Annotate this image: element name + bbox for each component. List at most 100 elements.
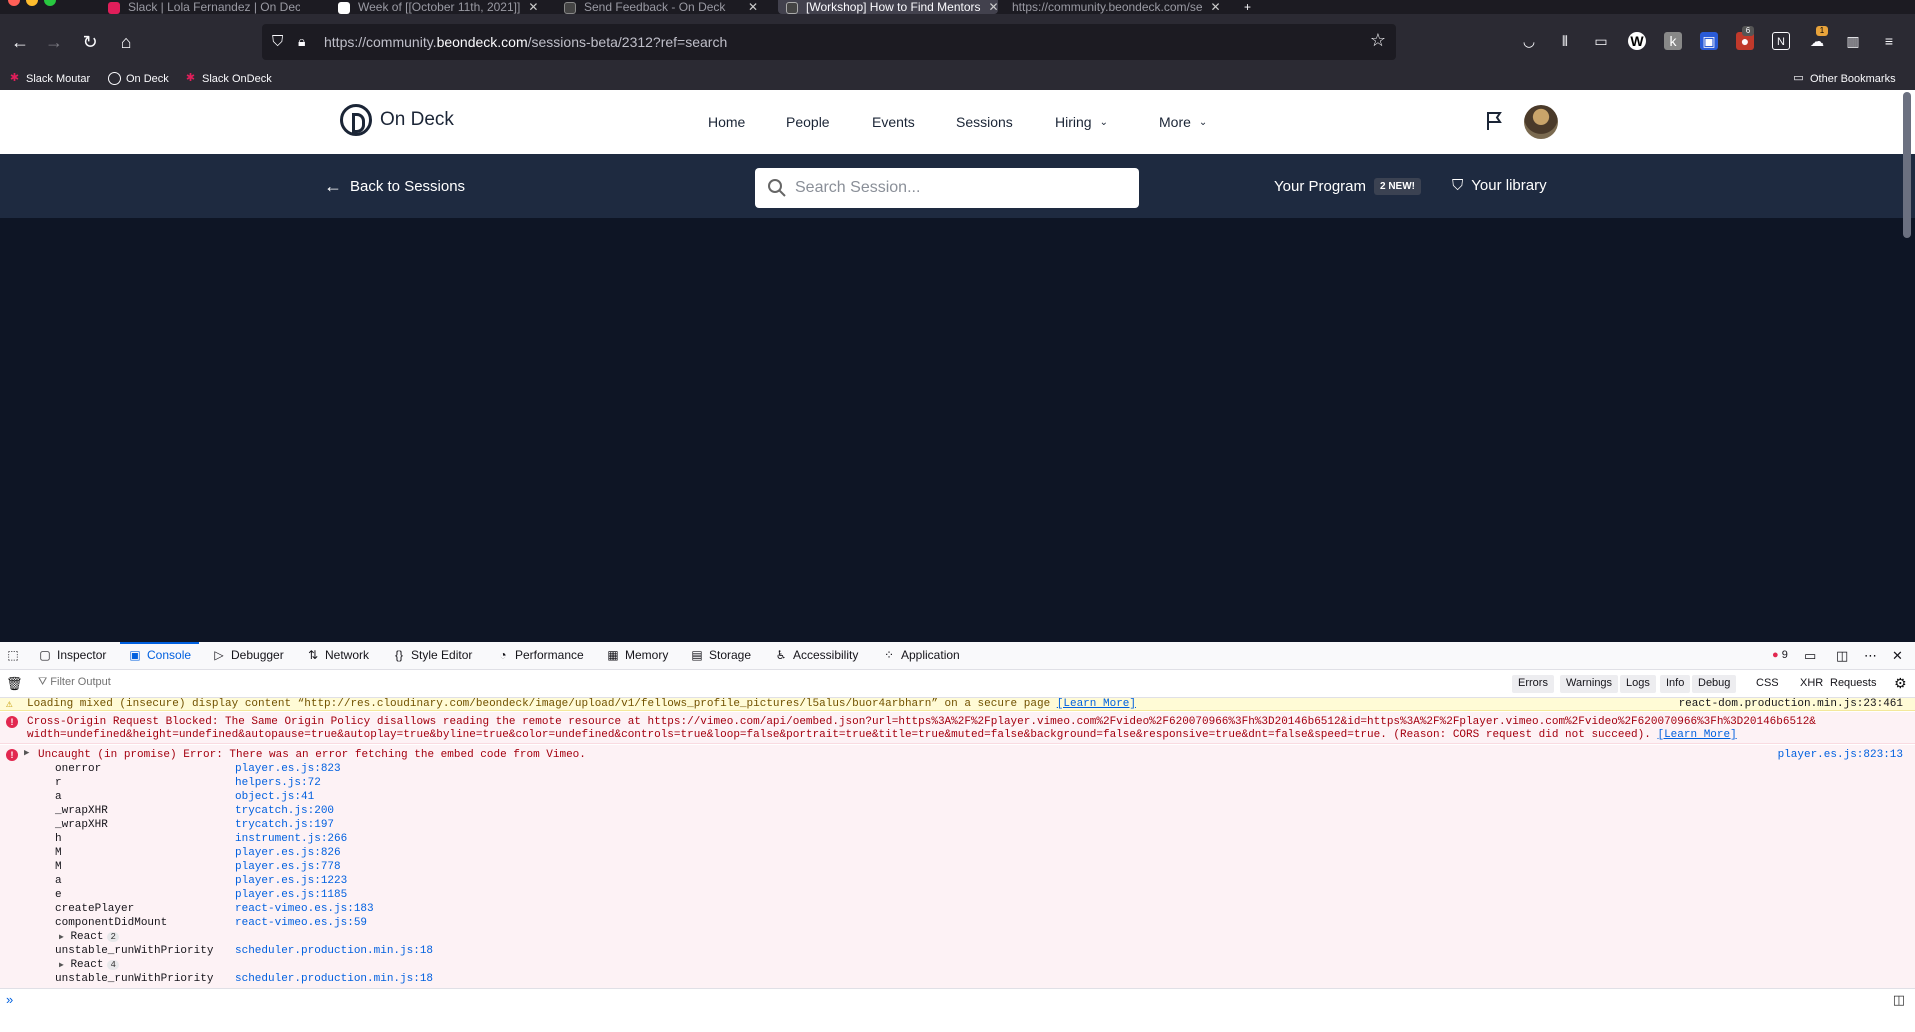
filter-output-input[interactable]: ⛛ Filter Output [38,676,111,689]
console-icon: ▣ [129,648,141,662]
close-devtools-icon[interactable]: ✕ [1892,648,1903,664]
browser-tab-week[interactable]: Week of [[October 11th, 2021]] ✕ [330,0,540,14]
error-count[interactable]: ● 9 [1772,649,1788,661]
pocket-icon[interactable]: ◡ [1520,32,1538,50]
library-icon[interactable]: ⫴ [1556,32,1574,50]
element-picker-icon[interactable]: ⬚ [6,648,25,662]
tab-network[interactable]: ⇅ Network [306,648,369,662]
warning-source-link[interactable]: react-dom.production.min.js:23:461 [1679,698,1903,710]
stack-loc[interactable]: trycatch.js:200 [235,805,334,817]
nav-events[interactable]: Events [872,114,915,130]
filter-logs[interactable]: Logs [1620,675,1656,693]
tab-performance[interactable]: ◔ Performance [496,648,583,662]
extension-grid-icon[interactable]: ▥ [1844,32,1862,50]
url-text[interactable]: https://community.beondeck.com/sessions-… [324,34,727,50]
tab-label: Style Editor [411,648,473,662]
home-icon[interactable]: ⌂ [114,30,138,54]
flag-icon[interactable] [1484,110,1506,132]
filter-warnings[interactable]: Warnings [1560,675,1619,693]
maximize-window-button[interactable] [44,0,56,6]
close-tab-icon[interactable]: ✕ [1203,0,1221,14]
shield-icon[interactable]: ⛉ [272,33,288,51]
extension-shield-icon[interactable]: ▣ [1700,32,1718,50]
notion-extension-icon[interactable]: N [1772,32,1790,50]
search-input[interactable] [795,176,1125,200]
other-bookmarks[interactable]: ▭ Other Bookmarks [1792,72,1895,85]
uncaught-source-link[interactable]: player.es.js:823:13 [1778,749,1903,761]
ondeck-logo[interactable]: On Deck [340,104,454,136]
learn-more-link[interactable]: [Learn More] [1657,729,1736,741]
avatar[interactable] [1524,105,1558,139]
learn-more-link[interactable]: [Learn More] [1057,698,1136,710]
filter-requests[interactable]: Requests [1824,675,1882,693]
stack-loc[interactable]: player.es.js:826 [235,847,341,859]
close-window-button[interactable] [8,0,20,6]
stack-loc[interactable]: scheduler.production.min.js:18 [235,945,433,957]
url-bar[interactable]: ⛉ 🔒︎ https://community.beondeck.com/sess… [262,24,1396,60]
tab-memory[interactable]: ▦ Memory [606,648,668,662]
stack-loc[interactable]: react-vimeo.es.js:183 [235,903,374,915]
dock-icon[interactable]: ◫ [1836,648,1848,664]
browser-tab-slack[interactable]: Slack | Lola Fernandez | On Deck ✕ [100,0,300,14]
filter-debug[interactable]: Debug [1692,675,1737,693]
browser-tab-community[interactable]: https://community.beondeck.com/se ✕ [1004,0,1224,14]
forward-arrow-icon[interactable]: → [42,30,66,54]
split-console-icon[interactable]: ▭ [1804,648,1816,664]
stack-loc[interactable]: trycatch.js:197 [235,819,334,831]
nav-more[interactable]: More ⌄ [1159,114,1207,130]
console-input[interactable]: » ◫ [0,988,1915,1010]
close-tab-icon[interactable]: ✕ [520,0,538,14]
back-to-sessions-link[interactable]: ← Back to Sessions [324,176,465,197]
nav-hiring[interactable]: Hiring ⌄ [1055,114,1108,130]
tab-storage[interactable]: ▤ Storage [690,648,751,662]
stack-loc[interactable]: player.es.js:823 [235,763,341,775]
stack-group-react[interactable]: ▶ React 2 [59,931,119,943]
stack-loc[interactable]: instrument.js:266 [235,833,347,845]
menu-hamburger-icon[interactable]: ≡ [1880,32,1898,50]
tab-style-editor[interactable]: {} Style Editor [392,648,472,662]
browser-tab-workshop[interactable]: [Workshop] How to Find Mentors ✕ [778,0,998,14]
lock-icon[interactable]: 🔒︎ [298,33,314,51]
filter-info[interactable]: Info [1660,675,1691,693]
tab-console[interactable]: ▣ Console [119,642,200,662]
stack-loc[interactable]: helpers.js:72 [235,777,321,789]
filter-css[interactable]: CSS [1750,675,1785,693]
close-tab-icon[interactable]: ✕ [981,0,998,14]
tab-application[interactable]: ⁘ Application [882,648,960,662]
extension-k-icon[interactable]: k [1664,32,1682,50]
more-options-icon[interactable]: ⋯ [1864,648,1877,664]
bookmark-slack-moutar[interactable]: ✱ Slack Moutar [8,72,90,85]
new-tab-button[interactable]: + [1236,0,1256,14]
minimize-window-button[interactable] [26,0,38,6]
stack-loc[interactable]: player.es.js:1185 [235,889,347,901]
back-arrow-icon[interactable]: ← [8,30,32,54]
sidebar-icon[interactable]: ▭ [1592,32,1610,50]
stack-group-react[interactable]: ▶ React 4 [59,959,119,971]
trash-icon[interactable]: 🗑︎ [6,676,23,692]
reload-icon[interactable]: ↻ [78,30,102,54]
bookmark-star-icon[interactable]: ☆ [1370,30,1386,51]
console-settings-icon[interactable]: ⚙ [1894,675,1907,692]
stack-loc[interactable]: scheduler.production.min.js:18 [235,973,433,985]
stack-loc[interactable]: react-vimeo.es.js:59 [235,917,367,929]
stack-loc[interactable]: player.es.js:1223 [235,875,347,887]
tab-inspector[interactable]: ▢ Inspector [38,648,106,662]
page-scrollbar[interactable] [1903,92,1911,238]
nav-sessions[interactable]: Sessions [956,114,1013,130]
tab-accessibility[interactable]: ♿︎ Accessibility [774,648,859,662]
nav-people[interactable]: People [786,114,830,130]
stack-loc[interactable]: object.js:41 [235,791,314,803]
bookmark-slack-ondeck[interactable]: ✱ Slack OnDeck [184,72,272,85]
stack-loc[interactable]: player.es.js:778 [235,861,341,873]
your-library-link[interactable]: ⛉ Your library [1452,177,1547,194]
your-program-link[interactable]: Your Program 2 NEW! [1274,178,1421,195]
editor-mode-icon[interactable]: ◫ [1893,992,1905,1008]
nav-home[interactable]: Home [708,114,745,130]
filter-errors[interactable]: Errors [1512,675,1554,693]
expand-triangle-icon[interactable]: ▶ [24,748,29,758]
wordpress-extension-icon[interactable]: W [1628,32,1646,50]
bookmark-on-deck[interactable]: On Deck [108,72,169,85]
tab-debugger[interactable]: ▷ Debugger [212,648,283,662]
browser-tab-feedback[interactable]: Send Feedback - On Deck ✕ [556,0,766,14]
close-tab-icon[interactable]: ✕ [740,0,758,14]
